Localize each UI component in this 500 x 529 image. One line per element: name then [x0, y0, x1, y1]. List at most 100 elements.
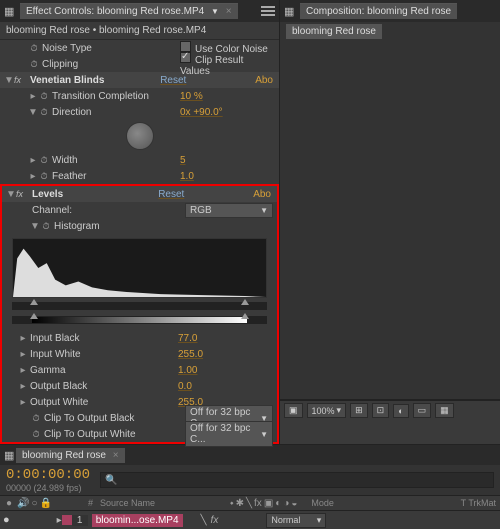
direction-value[interactable]: 0x +90.0° [180, 107, 275, 118]
twirl-icon[interactable]: ▸ [18, 333, 28, 344]
panel-menu-icon[interactable] [261, 6, 275, 16]
collapse-icon[interactable]: ✱ [236, 498, 244, 509]
timeline-layer-row[interactable]: ● ▸ 1 bloomin...ose.MP4 ╲ fx Normal▾ [0, 511, 500, 529]
frameblend-icon[interactable]: ▣ [264, 498, 273, 509]
frame-info: 00000 (24.989 fps) [6, 483, 90, 493]
twirl-icon[interactable]: ▼ [4, 75, 14, 86]
layer-switch-icons[interactable]: ⬩✱╲fx▣◐◑◒ [227, 498, 300, 509]
clip-white-dropdown[interactable]: Off for 32 bpc C...▼ [185, 421, 273, 447]
timeline-tab[interactable]: blooming Red rose × [16, 448, 125, 463]
layer-switches[interactable]: ● 🔊 ○ 🔒 [0, 498, 55, 509]
tab-close-icon[interactable]: × [113, 450, 119, 461]
grid-button[interactable]: ⊡ [372, 403, 390, 418]
layer-color-icon[interactable] [62, 515, 72, 525]
direction-dial[interactable] [126, 122, 154, 150]
timecode-display[interactable]: 0:00:00:00 [6, 467, 90, 483]
lock-icon[interactable]: 🔒 [40, 498, 52, 509]
panel-grip-icon[interactable]: ▦ [284, 5, 296, 17]
stopwatch-icon[interactable]: ⏱ [38, 171, 50, 182]
search-icon: 🔍 [105, 475, 117, 486]
levels-header[interactable]: ▼ fx Levels Reset Abo [2, 186, 277, 202]
tab-dropdown-icon[interactable]: ▼ [211, 7, 219, 16]
reset-link[interactable]: Reset [158, 189, 253, 200]
stopwatch-icon[interactable]: ⏱ [30, 413, 42, 424]
stopwatch-icon[interactable]: ⏱ [38, 91, 50, 102]
timeline-panel: ▦ blooming Red rose × 0:00:00:00 00000 (… [0, 444, 500, 529]
channel-row: Channel: RGB▼ [2, 202, 277, 218]
twirl-icon[interactable]: ▸ [28, 91, 38, 102]
histogram-output-slider[interactable] [12, 316, 267, 324]
output-black-value[interactable]: 0.0 [178, 381, 273, 392]
slider-handle-black[interactable] [30, 313, 38, 319]
twirl-icon[interactable]: ▸ [18, 381, 28, 392]
fx-badge-icon[interactable]: fx [14, 75, 28, 85]
about-link[interactable]: Abo [255, 75, 275, 86]
audio-icon[interactable]: 🔊 [17, 498, 29, 509]
channel-dropdown[interactable]: RGB▼ [185, 203, 273, 218]
stopwatch-icon[interactable]: ⏱ [28, 43, 40, 54]
input-white-value[interactable]: 255.0 [178, 349, 273, 360]
tab-close-icon[interactable]: × [226, 6, 232, 17]
motionblur-icon[interactable]: ◐ [275, 498, 281, 509]
effect-controls-tab-bar: ▦ Effect Controls: blooming Red rose.MP4… [0, 0, 279, 22]
always-preview-button[interactable]: ▣ [284, 403, 303, 418]
about-link[interactable]: Abo [253, 189, 273, 200]
solo-icon[interactable]: ○ [32, 498, 38, 509]
twirl-icon[interactable]: ▼ [30, 221, 40, 232]
composition-inner-tab[interactable]: blooming Red rose [286, 24, 382, 39]
histogram-input-slider[interactable] [12, 302, 267, 310]
mask-button[interactable]: ◐ [393, 404, 408, 418]
composition-tab-bar: ▦ Composition: blooming Red rose [280, 0, 500, 22]
stopwatch-icon[interactable]: ⏱ [38, 155, 50, 166]
eye-icon[interactable]: ● [3, 498, 15, 509]
stopwatch-icon[interactable]: ⏱ [38, 107, 50, 118]
twirl-icon[interactable]: ▸ [18, 397, 28, 408]
effect-controls-tab[interactable]: Effect Controls: blooming Red rose.MP4 ▼… [20, 3, 238, 19]
layer-name[interactable]: bloomin...ose.MP4 [92, 514, 183, 527]
slider-handle-white[interactable] [241, 313, 249, 319]
visibility-toggle[interactable]: ● [0, 514, 13, 526]
clip-output-white-row: ⏱Clip To Output WhiteOff for 32 bpc C...… [2, 426, 277, 442]
stopwatch-icon[interactable]: ⏱ [30, 429, 42, 440]
histogram-display[interactable] [12, 238, 267, 298]
fx-badge-icon[interactable]: fx [16, 189, 30, 199]
fx-switch[interactable]: fx [211, 515, 219, 526]
reset-link[interactable]: Reset [160, 75, 255, 86]
composition-tab[interactable]: Composition: blooming Red rose [300, 3, 457, 19]
transition-completion-value[interactable]: 10 % [180, 91, 275, 102]
layer-search-input[interactable]: 🔍 [100, 472, 494, 488]
quality-switch[interactable]: ╲ [201, 515, 207, 526]
gamma-value[interactable]: 1.00 [178, 365, 273, 376]
clip-result-values-checkbox[interactable] [180, 52, 191, 63]
twirl-icon[interactable]: ▸ [18, 365, 28, 376]
twirl-icon[interactable]: ▸ [28, 171, 38, 182]
twirl-icon[interactable]: ▼ [6, 189, 16, 200]
panel-grip-icon[interactable]: ▦ [4, 449, 16, 461]
slider-handle-white[interactable] [241, 299, 249, 305]
shy-icon[interactable]: ⬩ [230, 498, 234, 509]
adjust-icon[interactable]: ◑ [283, 498, 289, 509]
slider-handle-black[interactable] [30, 299, 38, 305]
quality-icon[interactable]: ╲ [246, 498, 252, 509]
stopwatch-icon[interactable]: ⏱ [40, 221, 52, 232]
twirl-icon[interactable]: ▼ [28, 107, 38, 118]
resolution-button[interactable]: ⊞ [350, 403, 368, 418]
transparency-button[interactable]: ▦ [435, 403, 454, 418]
twirl-icon[interactable]: ▸ [28, 155, 38, 166]
timeline-columns-header: ● 🔊 ○ 🔒 # Source Name ⬩✱╲fx▣◐◑◒ Mode T T… [0, 495, 500, 511]
venetian-blinds-header[interactable]: ▼ fx Venetian Blinds Reset Abo [0, 72, 279, 88]
width-value[interactable]: 5 [180, 155, 275, 166]
composition-viewer[interactable]: blooming Red rose [280, 22, 500, 400]
input-black-value[interactable]: 77.0 [178, 333, 273, 344]
blend-mode-dropdown[interactable]: Normal▾ [266, 513, 326, 528]
region-button[interactable]: ▭ [413, 403, 432, 418]
layer-number: 1 [72, 515, 88, 526]
3d-icon[interactable]: ◒ [291, 498, 297, 509]
panel-grip-icon[interactable]: ▦ [4, 5, 16, 17]
stopwatch-icon[interactable]: ⏱ [28, 59, 40, 70]
zoom-dropdown[interactable]: 100%▾ [307, 403, 347, 418]
fx-icon[interactable]: fx [254, 498, 262, 509]
feather-value[interactable]: 1.0 [180, 171, 275, 182]
input-black-row: ▸Input Black77.0 [2, 330, 277, 346]
twirl-icon[interactable]: ▸ [18, 349, 28, 360]
